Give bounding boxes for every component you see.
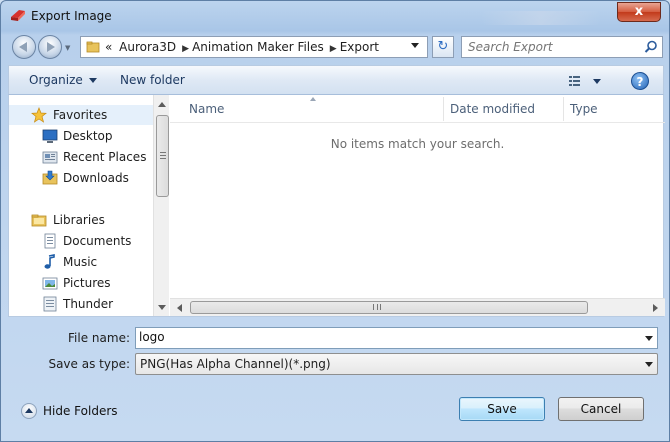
libraries-icon (31, 214, 47, 227)
close-button[interactable]: x (617, 2, 661, 22)
file-name-row: File name: (8, 327, 664, 349)
save-as-type-select[interactable]: PNG(Has Alpha Channel)(*.png) (135, 353, 658, 375)
scroll-down-icon[interactable] (158, 305, 166, 310)
breadcrumb-separator-icon[interactable]: ▶ (182, 44, 189, 54)
title-bar[interactable]: Export Image x (1, 1, 669, 31)
nav-item-downloads[interactable]: Downloads (9, 168, 154, 188)
background-window-blur (481, 11, 601, 25)
help-button[interactable]: ? (631, 72, 649, 90)
nav-item-label: Libraries (53, 213, 105, 227)
cancel-button[interactable]: Cancel (558, 397, 644, 421)
sort-ascending-icon (310, 97, 316, 101)
help-icon: ? (636, 75, 644, 89)
nav-item-label: Desktop (63, 129, 113, 143)
forward-button[interactable] (38, 35, 62, 59)
window-title: Export Image (31, 9, 112, 23)
scroll-right-icon[interactable] (653, 304, 658, 312)
file-name-input[interactable] (139, 330, 619, 344)
command-bar: Organize New folder ? (8, 65, 664, 95)
column-divider[interactable] (563, 97, 564, 121)
nav-item-label: Pictures (63, 276, 111, 290)
nav-item-label: Music (63, 255, 98, 269)
pictures-icon (42, 277, 58, 290)
grip-icon (160, 152, 166, 159)
save-button[interactable]: Save (459, 397, 545, 421)
nav-item-label: Recent Places (63, 150, 147, 164)
column-name[interactable]: Name (189, 102, 224, 116)
navigation-pane[interactable]: Favorites Desktop Recent Places Download… (9, 95, 169, 316)
breadcrumb-aurora3d[interactable]: Aurora3D (119, 40, 176, 54)
column-divider[interactable] (443, 97, 444, 121)
recent-locations-chevron-icon[interactable]: ▼ (65, 44, 70, 52)
nav-item-label: Favorites (53, 108, 108, 122)
grip-icon (373, 304, 381, 310)
address-bar[interactable]: « Aurora3D ▶ Animation Maker Files ▶ Export (80, 36, 428, 58)
desktop-icon (42, 129, 58, 143)
address-dropdown-icon[interactable] (411, 43, 419, 48)
music-icon (44, 254, 55, 269)
browser-content: Favorites Desktop Recent Places Download… (8, 95, 665, 317)
empty-folder-message: No items match your search. (330, 137, 505, 151)
file-list[interactable]: Name Date modified Type No items match y… (170, 95, 665, 316)
nav-item-libraries[interactable]: Libraries (9, 210, 154, 230)
nav-item-label: Thunder (63, 297, 114, 311)
back-button[interactable] (12, 35, 36, 59)
scroll-up-icon[interactable] (158, 102, 166, 107)
column-header: Name Date modified Type (170, 95, 665, 123)
new-folder-button[interactable]: New folder (120, 73, 185, 87)
nav-item-pictures[interactable]: Pictures (9, 273, 154, 293)
save-as-type-dropdown-icon[interactable] (645, 362, 653, 367)
file-name-combobox[interactable] (135, 327, 658, 349)
documents-icon (44, 233, 56, 249)
recent-places-icon (42, 151, 58, 164)
horizontal-scrollbar[interactable] (170, 298, 665, 316)
breadcrumb-export[interactable]: Export (340, 40, 379, 54)
aurora3d-app-icon (11, 10, 25, 21)
nav-item-label: Downloads (63, 171, 129, 185)
refresh-icon: ↻ (437, 39, 449, 54)
breadcrumb-separator-icon[interactable]: ▶ (330, 44, 337, 54)
star-icon (31, 107, 47, 123)
breadcrumb-overflow[interactable]: « (105, 40, 112, 54)
save-as-type-label: Save as type: (48, 357, 130, 371)
close-icon: x (634, 4, 644, 19)
change-view-icon[interactable] (568, 73, 604, 89)
search-icon[interactable] (644, 40, 658, 54)
hide-folders-button[interactable]: Hide Folders (21, 402, 121, 422)
save-as-type-value: PNG(Has Alpha Channel)(*.png) (140, 357, 331, 371)
scrollbar-thumb[interactable] (190, 301, 588, 314)
dialog-footer: Hide Folders Save Cancel (1, 383, 669, 441)
search-box[interactable] (461, 36, 663, 58)
nav-item-favorites[interactable]: Favorites (9, 105, 154, 125)
navigation-bar: ▼ « Aurora3D ▶ Animation Maker Files ▶ Expor… (8, 33, 664, 61)
scroll-left-icon[interactable] (177, 304, 182, 312)
breadcrumb: « Aurora3D ▶ Animation Maker Files ▶ Export (105, 40, 382, 54)
thunder-icon (43, 296, 57, 312)
scrollbar-thumb[interactable] (156, 115, 169, 197)
column-date-modified[interactable]: Date modified (450, 102, 535, 116)
downloads-icon (42, 170, 58, 185)
breadcrumb-animation-maker-files[interactable]: Animation Maker Files (192, 40, 324, 54)
file-name-dropdown-icon[interactable] (645, 336, 653, 341)
nav-pane-vertical-scrollbar[interactable] (153, 95, 169, 316)
nav-item-label: Documents (63, 234, 132, 248)
chevron-up-icon (21, 403, 37, 419)
export-image-dialog: Export Image x ▼ « Aurora3D ▶ Animation Ma… (0, 0, 670, 442)
nav-item-desktop[interactable]: Desktop (9, 126, 154, 146)
nav-item-music[interactable]: Music (9, 252, 154, 272)
hide-folders-label: Hide Folders (43, 404, 118, 418)
folder-icon (86, 41, 100, 53)
organize-button[interactable]: Organize (29, 73, 97, 87)
save-as-type-row: Save as type: PNG(Has Alpha Channel)(*.p… (8, 353, 664, 375)
column-type[interactable]: Type (570, 102, 598, 116)
search-input[interactable] (468, 40, 638, 54)
nav-item-recent-places[interactable]: Recent Places (9, 147, 154, 167)
nav-item-thunder[interactable]: Thunder (9, 294, 154, 314)
file-name-label: File name: (68, 331, 130, 345)
refresh-button[interactable]: ↻ (432, 36, 454, 58)
nav-item-documents[interactable]: Documents (9, 231, 154, 251)
